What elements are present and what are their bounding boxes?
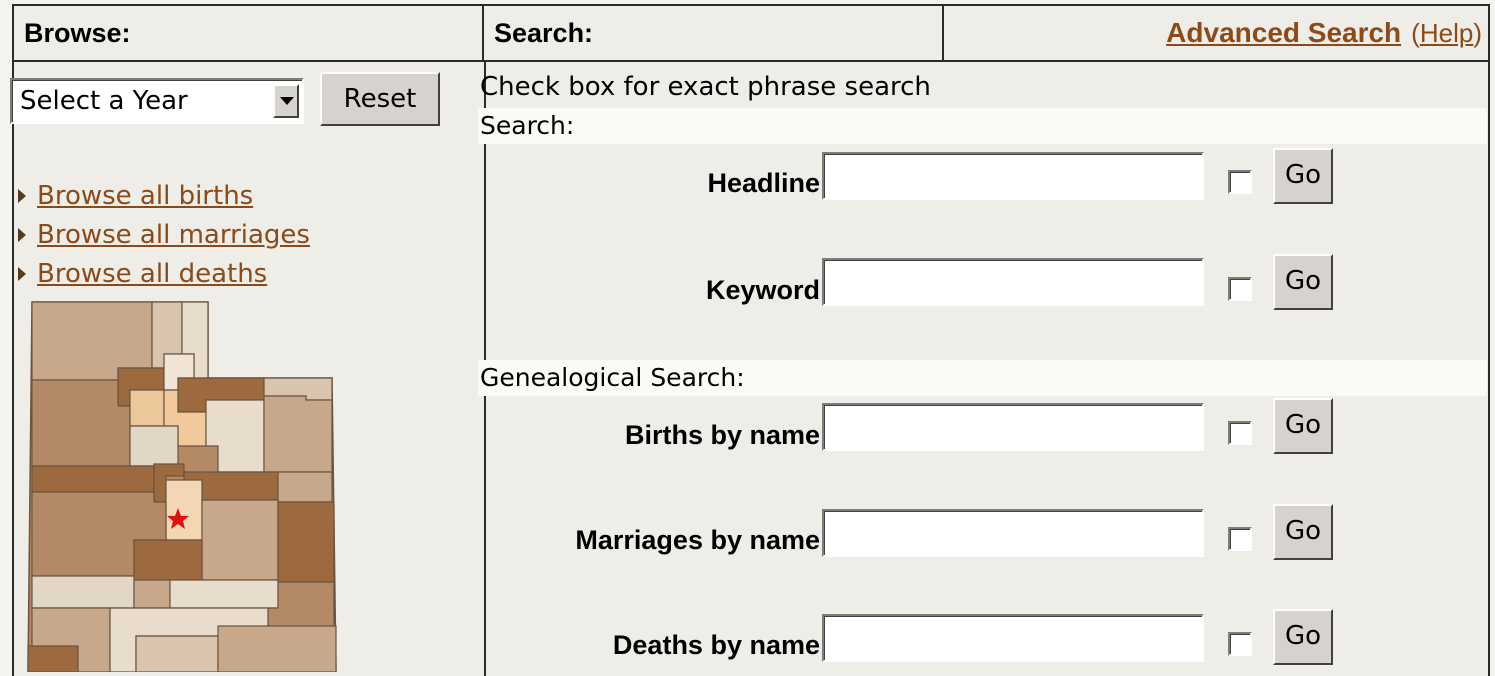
browse-links: Browse all births Browse all marriages B… <box>18 176 310 293</box>
reset-button[interactable]: Reset <box>320 72 440 126</box>
keyword-input[interactable] <box>822 258 1204 306</box>
chevron-down-icon[interactable] <box>273 84 299 118</box>
utah-county-map[interactable] <box>18 296 338 672</box>
keyword-exact-checkbox[interactable] <box>1228 277 1252 301</box>
help-open-paren: ( <box>1411 17 1420 48</box>
births-go-button[interactable]: Go <box>1273 398 1333 454</box>
advanced-search-link[interactable]: Advanced Search <box>1166 17 1401 49</box>
deaths-input[interactable] <box>822 614 1204 662</box>
exact-phrase-hint: Check box for exact phrase search <box>480 72 931 102</box>
browse-deaths-item[interactable]: Browse all deaths <box>18 254 310 293</box>
browse-births-link[interactable]: Browse all births <box>37 181 253 211</box>
headline-go-button[interactable]: Go <box>1273 148 1333 204</box>
genealogical-section-title: Genealogical Search: <box>480 363 745 392</box>
browse-header-cell: Browse: <box>14 6 484 60</box>
genealogical-section-bar: Genealogical Search: <box>478 360 1487 396</box>
triangle-right-icon <box>18 227 26 242</box>
headline-label: Headline: <box>707 168 829 198</box>
keyword-go-button[interactable]: Go <box>1273 254 1333 310</box>
headline-exact-checkbox[interactable] <box>1228 170 1252 194</box>
deaths-exact-checkbox[interactable] <box>1228 632 1252 656</box>
marriages-exact-checkbox[interactable] <box>1228 527 1252 551</box>
births-label: Births by name: <box>624 420 829 450</box>
births-input[interactable] <box>822 403 1204 451</box>
help-link[interactable]: Help <box>1420 18 1473 49</box>
triangle-right-icon <box>18 266 26 281</box>
advanced-search-cell: Advanced Search (Help) <box>944 6 1488 60</box>
marriages-label: Marriages by name: <box>575 525 829 555</box>
triangle-right-icon <box>18 188 26 203</box>
deaths-go-button[interactable]: Go <box>1273 609 1333 665</box>
browse-deaths-link[interactable]: Browse all deaths <box>37 259 267 289</box>
browse-births-item[interactable]: Browse all births <box>18 176 310 215</box>
browse-title: Browse: <box>24 17 131 48</box>
births-exact-checkbox[interactable] <box>1228 421 1252 445</box>
help-close-paren: ) <box>1473 17 1482 48</box>
marriages-go-button[interactable]: Go <box>1273 504 1333 560</box>
browse-marriages-link[interactable]: Browse all marriages <box>37 220 310 250</box>
search-section-bar: Search: <box>478 108 1487 144</box>
keyword-label: Keyword: <box>705 275 829 305</box>
marriages-input[interactable] <box>822 509 1204 557</box>
year-select[interactable]: Select a Year <box>10 78 304 124</box>
search-header-cell: Search: <box>484 6 944 60</box>
search-title: Search: <box>494 17 594 48</box>
deaths-label: Deaths by name: <box>612 630 829 660</box>
search-section-title: Search: <box>480 111 575 140</box>
year-select-value: Select a Year <box>20 86 188 116</box>
browse-marriages-item[interactable]: Browse all marriages <box>18 215 310 254</box>
header-row: Browse: Search: Advanced Search (Help) <box>14 6 1488 62</box>
headline-input[interactable] <box>822 152 1204 200</box>
